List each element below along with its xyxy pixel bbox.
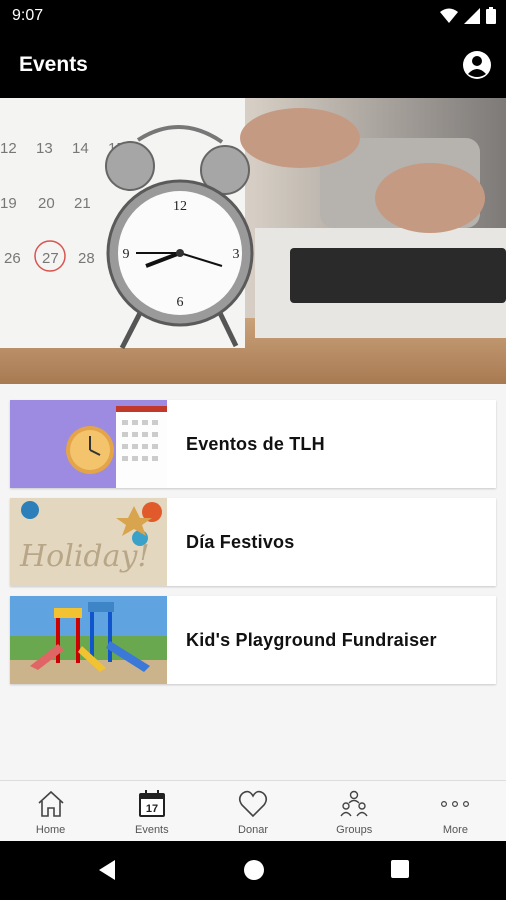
home-circle-icon[interactable] xyxy=(243,859,265,881)
event-card[interactable]: Eventos de TLH xyxy=(10,400,496,488)
svg-text:9: 9 xyxy=(123,247,130,262)
calendar-number: 13 xyxy=(36,140,53,157)
page-title: Events xyxy=(19,53,88,76)
recents-icon[interactable] xyxy=(390,859,410,879)
back-icon[interactable] xyxy=(97,859,117,881)
calendar-number: 14 xyxy=(72,140,89,157)
event-list: Eventos de TLH Holiday! Día Festivos Kid… xyxy=(10,400,496,694)
nav-item-donar[interactable]: Donar xyxy=(202,781,303,841)
bottom-nav: Home 17 Events Donar Groups More xyxy=(0,780,506,841)
nav-label-events: Events xyxy=(134,824,169,836)
more-dots-icon xyxy=(441,801,470,808)
calendar-number: 27 xyxy=(42,250,59,267)
svg-text:6: 6 xyxy=(177,295,184,310)
event-thumbnail-clock xyxy=(10,400,167,488)
nav-label-groups: Groups xyxy=(336,824,373,836)
calendar-number: 20 xyxy=(38,195,55,212)
event-card[interactable]: Holiday! Día Festivos xyxy=(10,498,496,586)
app-bar: Events xyxy=(0,32,506,98)
signal-icon xyxy=(464,7,480,24)
nav-item-events[interactable]: 17 Events xyxy=(101,781,202,841)
battery-icon xyxy=(486,7,496,24)
nav-label-more: More xyxy=(442,824,468,836)
status-bar: 9:07 xyxy=(0,0,506,32)
hero-image: 12 13 14 15 19 20 21 26 27 28 12 3 6 xyxy=(0,98,506,384)
status-icons xyxy=(440,7,496,24)
nav-label-home: Home xyxy=(35,824,66,836)
account-icon[interactable] xyxy=(462,50,492,80)
event-title: Día Festivos xyxy=(186,531,295,552)
system-nav-bar xyxy=(0,841,506,900)
svg-text:12: 12 xyxy=(173,199,187,214)
nav-item-more[interactable]: More xyxy=(405,781,506,841)
home-icon xyxy=(38,790,64,817)
wifi-icon xyxy=(440,8,458,23)
groups-icon xyxy=(340,790,368,817)
calendar-number: 21 xyxy=(74,195,91,212)
calendar-icon: 17 xyxy=(138,790,165,817)
calendar-number: 26 xyxy=(4,250,21,267)
event-title: Eventos de TLH xyxy=(186,433,325,454)
calendar-icon-day: 17 xyxy=(146,803,158,815)
status-time: 9:07 xyxy=(12,7,44,24)
svg-text:3: 3 xyxy=(233,247,240,262)
nav-label-donar: Donar xyxy=(238,824,268,836)
event-thumbnail-playground xyxy=(10,596,167,684)
event-title: Kid's Playground Fundraiser xyxy=(186,629,437,650)
nav-item-home[interactable]: Home xyxy=(0,781,101,841)
calendar-number: 28 xyxy=(78,250,95,267)
calendar-number: 19 xyxy=(0,195,17,212)
holiday-sand-text: Holiday! xyxy=(19,539,150,574)
nav-item-groups[interactable]: Groups xyxy=(304,781,405,841)
event-thumbnail-holiday: Holiday! xyxy=(10,498,167,586)
event-card[interactable]: Kid's Playground Fundraiser xyxy=(10,596,496,684)
calendar-number: 12 xyxy=(0,140,17,157)
heart-icon xyxy=(238,790,268,818)
